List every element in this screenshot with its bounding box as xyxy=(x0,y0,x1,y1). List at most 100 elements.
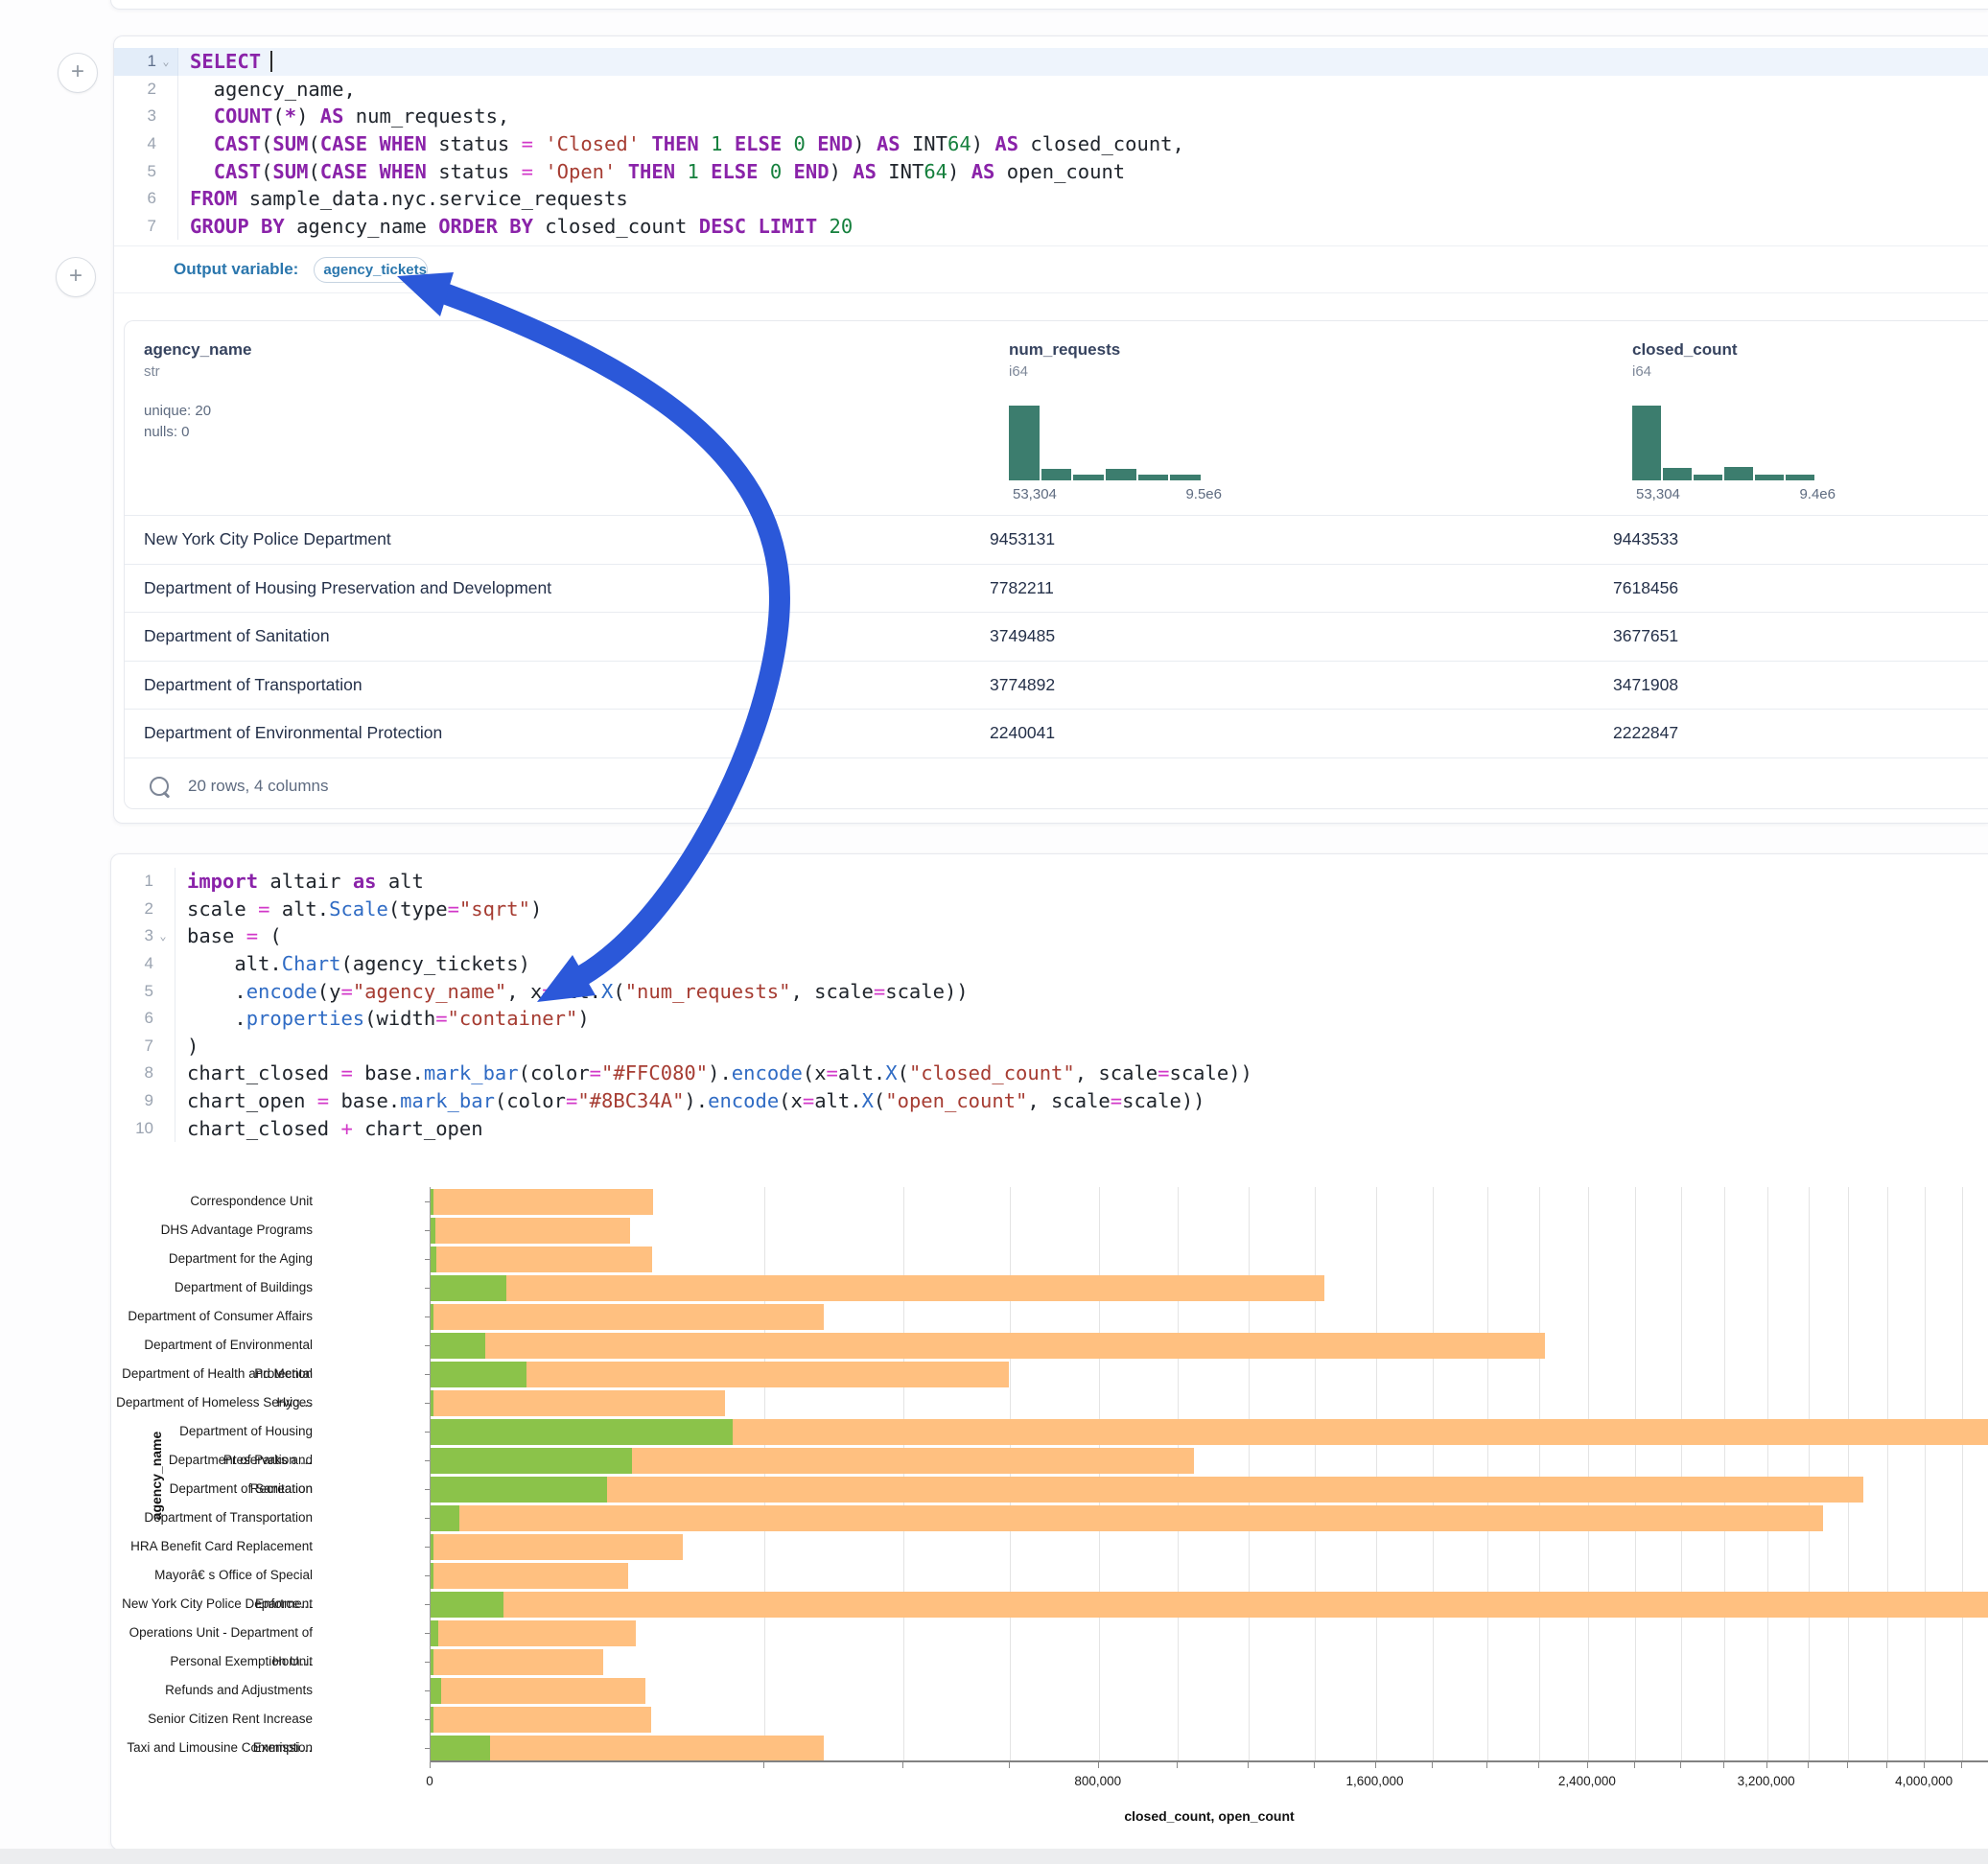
sql-line-7[interactable]: 7GROUP BY agency_name ORDER BY closed_co… xyxy=(114,213,1988,241)
gridline xyxy=(1887,1187,1888,1762)
add-cell-button-top[interactable]: + xyxy=(58,53,98,93)
table-cell: 7782211 xyxy=(990,578,1613,598)
sql-line-6[interactable]: 6FROM sample_data.nyc.service_requests xyxy=(114,185,1988,213)
table-row[interactable]: Department of Sanitation37494853677651 xyxy=(125,612,1988,661)
table-row[interactable]: Department of Transportation377489234719… xyxy=(125,661,1988,710)
code-text: agency_name, xyxy=(190,78,356,101)
sql-code-editor[interactable]: 1⌄SELECT2 agency_name,3 COUNT(*) AS num_… xyxy=(114,36,1988,240)
y-axis-label: DHS Advantage Programs xyxy=(111,1216,313,1245)
line-number: 6 xyxy=(111,1009,153,1028)
code-text: CAST(SUM(CASE WHEN status = 'Closed' THE… xyxy=(190,132,1184,155)
x-tick xyxy=(763,1762,764,1768)
python-line-1[interactable]: 1import altair as alt xyxy=(111,868,1988,896)
gridline xyxy=(1635,1187,1636,1762)
table-row[interactable]: New York City Police Department945313194… xyxy=(125,515,1988,564)
sql-line-1[interactable]: 1⌄SELECT xyxy=(114,48,1988,76)
sql-line-2[interactable]: 2 agency_name, xyxy=(114,76,1988,104)
python-line-9[interactable]: 9 chart_open = base.mark_bar(color="#8BC3… xyxy=(111,1087,1988,1115)
python-line-6[interactable]: 6 .properties(width="container") xyxy=(111,1005,1988,1033)
table-cell: Department of Environmental Protection xyxy=(125,723,990,743)
x-tick xyxy=(1432,1762,1433,1768)
x-tick xyxy=(1680,1762,1681,1768)
x-tick xyxy=(430,1762,431,1768)
code-text: scale = alt.Scale(type="sqrt") xyxy=(187,897,542,920)
bar-open-13 xyxy=(431,1563,433,1589)
code-text: base = ( xyxy=(187,924,282,947)
gridline xyxy=(903,1187,904,1762)
python-line-4[interactable]: 4 alt.Chart(agency_tickets) xyxy=(111,950,1988,978)
altair-chart: agency_name Correspondence UnitDHS Advan… xyxy=(111,1187,1988,1849)
gridline xyxy=(1848,1187,1849,1762)
output-variable-pill[interactable]: agency_tickets xyxy=(314,257,428,283)
x-tick xyxy=(1766,1762,1767,1768)
code-text: alt.Chart(agency_tickets) xyxy=(187,952,530,975)
python-line-10[interactable]: 10chart_closed + chart_open xyxy=(111,1114,1988,1142)
sql-line-3[interactable]: 3 COUNT(*) AS num_requests, xyxy=(114,103,1988,130)
y-axis-label: Department of Homeless Services xyxy=(111,1388,313,1417)
y-axis-label: Refunds and Adjustments xyxy=(111,1676,313,1705)
bar-open-19 xyxy=(431,1736,490,1761)
x-tick xyxy=(1634,1762,1635,1768)
y-axis-label: Taxi and Limousine Commission xyxy=(111,1734,313,1762)
table-body: New York City Police Department945313194… xyxy=(125,515,1988,757)
python-line-8[interactable]: 8chart_closed = base.mark_bar(color="#FF… xyxy=(111,1060,1988,1087)
bar-closed-16 xyxy=(431,1649,603,1675)
histogram-range-labels: 53,3049.5e6 xyxy=(1013,486,1222,502)
python-line-3[interactable]: 3⌄base = ( xyxy=(111,922,1988,950)
column-header-closed_count[interactable]: closed_counti64 xyxy=(1632,340,1738,380)
sql-line-4[interactable]: 4 CAST(SUM(CASE WHEN status = 'Closed' T… xyxy=(114,130,1988,158)
x-tick xyxy=(1924,1762,1925,1768)
output-variable-row: Output variable: agency_tickets xyxy=(114,245,1988,293)
gridline xyxy=(1249,1187,1250,1762)
python-code-editor[interactable]: 1import altair as alt 2 scale = alt.Scale(… xyxy=(111,854,1988,1142)
gridline xyxy=(1099,1187,1100,1762)
histogram-range-labels: 53,3049.4e6 xyxy=(1636,486,1836,502)
x-tick xyxy=(902,1762,903,1768)
table-row[interactable]: Department of Housing Preservation and D… xyxy=(125,564,1988,613)
text-cursor xyxy=(270,51,272,72)
code-text: import altair as alt xyxy=(187,870,424,893)
x-axis-label: 0 xyxy=(426,1774,433,1788)
y-axis-label: Mayorâ€ s Office of Special Enforce… xyxy=(111,1561,313,1590)
line-number: 9 xyxy=(111,1091,153,1110)
line-number: 2 xyxy=(114,80,156,99)
table-cell: 3774892 xyxy=(990,675,1613,695)
bar-closed-3 xyxy=(431,1275,1324,1301)
table-cell: New York City Police Department xyxy=(125,529,990,549)
y-axis-label: Department of Transportation xyxy=(111,1503,313,1532)
bar-open-1 xyxy=(431,1218,435,1244)
bar-open-17 xyxy=(431,1678,441,1704)
line-number: 2 xyxy=(111,899,153,919)
code-text: chart_open = base.mark_bar(color="#8BC34… xyxy=(187,1089,1205,1112)
x-tick xyxy=(1808,1762,1809,1768)
sql-line-5[interactable]: 5 CAST(SUM(CASE WHEN status = 'Open' THE… xyxy=(114,157,1988,185)
gridline xyxy=(1925,1187,1926,1762)
table-cell: Department of Transportation xyxy=(125,675,990,695)
python-line-5[interactable]: 5 .encode(y="agency_name", x=alt.X("num_… xyxy=(111,977,1988,1005)
bar-open-6 xyxy=(431,1362,526,1387)
bar-open-11 xyxy=(431,1505,459,1531)
x-tick xyxy=(1723,1762,1724,1768)
line-number: 5 xyxy=(111,982,153,1001)
column-header-num_requests[interactable]: num_requestsi64 xyxy=(1009,340,1120,380)
fold-chevron-icon[interactable]: ⌄ xyxy=(153,929,173,943)
code-text: FROM sample_data.nyc.service_requests xyxy=(190,187,628,210)
x-tick xyxy=(1009,1762,1010,1768)
search-icon[interactable] xyxy=(150,777,169,796)
table-cell: 9453131 xyxy=(990,529,1613,549)
code-text: .properties(width="container") xyxy=(187,1007,590,1030)
bar-closed-15 xyxy=(431,1620,636,1646)
column-histogram xyxy=(1009,404,1201,480)
table-row[interactable]: Department of Environmental Protection22… xyxy=(125,709,1988,757)
python-line-7[interactable]: 7) xyxy=(111,1033,1988,1060)
fold-chevron-icon[interactable]: ⌄ xyxy=(156,55,175,68)
bar-open-9 xyxy=(431,1448,632,1474)
code-text: chart_closed = base.mark_bar(color="#FFC… xyxy=(187,1061,1252,1084)
column-header-agency_name[interactable]: agency_namestrunique: 20nulls: 0 xyxy=(144,340,251,443)
python-line-2[interactable]: 2 scale = alt.Scale(type="sqrt") xyxy=(111,896,1988,923)
gridline xyxy=(1539,1187,1540,1762)
x-tick xyxy=(1098,1762,1099,1768)
y-axis-label: Operations Unit - Department of Hom… xyxy=(111,1619,313,1647)
add-cell-button-middle[interactable]: + xyxy=(56,257,96,297)
y-axis-label: Department of Parks and Recreation xyxy=(111,1446,313,1475)
